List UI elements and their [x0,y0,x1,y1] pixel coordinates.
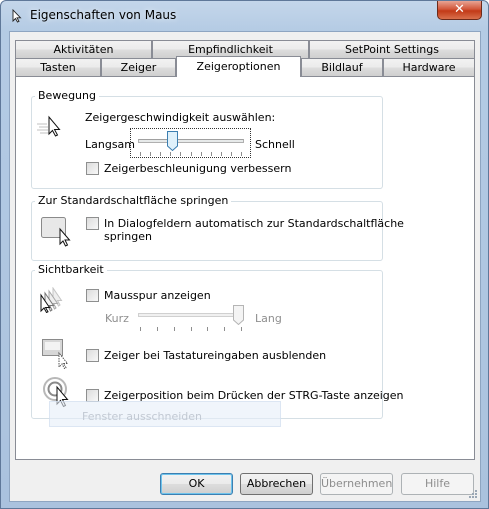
accel-label: Zeigerbeschleunigung verbessern [104,162,292,175]
tab-aktivitaeten[interactable]: Aktivitäten [15,40,152,58]
slider-tick [191,327,192,331]
pointer-trail-icon [40,287,63,313]
hide-checkbox[interactable] [86,349,99,362]
group-label: Zur Standardschaltfläche springen [35,194,232,207]
slider-tick [180,152,181,156]
slow-label: Langsam [85,138,136,151]
group-snap: Zur Standardschaltfläche springen [31,194,383,261]
slider-tick [221,152,222,156]
slider-tick [224,327,225,331]
pointer-speed-icon [37,115,61,137]
resize-grip-icon[interactable] [466,487,478,499]
slider-tick [160,152,161,156]
tab-label: Hardware [402,61,456,74]
slider-tick [174,327,175,331]
snap-label-line2: springen [104,230,152,243]
tab-label: Empfindlichkeit [188,43,273,56]
slider-tick [191,152,192,156]
long-label: Lang [255,312,282,325]
slider-tick [170,152,171,156]
speed-slider-ticks [140,152,242,156]
trail-label: Mausspur anzeigen [104,289,211,302]
slider-tick [241,327,242,331]
slider-tick [157,327,158,331]
tab-zeiger[interactable]: Zeiger [101,58,176,76]
tab-bildlauf[interactable]: Bildlauf [301,58,383,76]
slider-tick [241,152,242,156]
dialog-client-area: Aktivitäten Empfindlichkeit SetPoint Set… [9,31,481,502]
tab-setpoint-settings[interactable]: SetPoint Settings [309,40,475,58]
ghost-tooltip: Fenster ausschneiden [49,401,281,427]
tab-zeigeroptionen[interactable]: Zeigeroptionen [176,56,301,77]
close-button[interactable]: ✕ [437,1,482,20]
snap-to-button-icon [41,217,71,247]
slider-tick [140,327,141,331]
properties-window: Eigenschaften von Maus ✕ Aktivitäten Emp… [0,0,489,509]
hide-pointer-icon [42,339,69,369]
help-button[interactable]: Hilfe [401,473,474,495]
group-label: Bewegung [35,89,99,102]
ok-button-label: OK [188,477,205,490]
slider-tick [231,152,232,156]
tab-label: SetPoint Settings [345,43,439,56]
tab-panel-zeigeroptionen: Bewegung Zeigergeschwindigkeit auswählen… [15,76,475,460]
tab-hardware[interactable]: Hardware [383,58,475,76]
speed-slider-thumb[interactable] [167,131,178,151]
slider-tick [211,152,212,156]
trail-slider-track[interactable] [138,313,244,317]
trail-slider-thumb[interactable] [233,305,244,325]
slider-tick [207,327,208,331]
speed-label: Zeigergeschwindigkeit auswählen: [85,111,276,124]
tab-label: Zeigeroptionen [196,60,281,73]
group-label: Sichtbarkeit [35,263,107,276]
speed-slider-track[interactable] [138,139,244,143]
close-icon: ✕ [454,2,465,17]
slider-tick [140,152,141,156]
cancel-button-label: Abbrechen [246,477,307,490]
hide-label: Zeiger bei Tastatureingaben ausblenden [104,349,327,362]
ghost-tooltip-text: Fenster ausschneiden [82,410,203,423]
mouse-cursor-icon [12,9,22,23]
tab-label: Zeiger [120,61,157,74]
tab-label: Bildlauf [321,61,363,74]
trail-checkbox[interactable] [86,289,99,302]
window-title: Eigenschaften von Maus [30,8,177,22]
snap-checkbox[interactable] [86,217,99,230]
tab-tasten[interactable]: Tasten [15,58,101,76]
tab-label: Aktivitäten [53,43,114,56]
trail-slider-ticks [140,327,242,331]
accel-checkbox[interactable] [86,162,99,175]
title-bar[interactable]: Eigenschaften von Maus ✕ [1,1,488,31]
help-button-label: Hilfe [424,477,451,490]
slider-tick [201,152,202,156]
slider-tick [150,152,151,156]
short-label: Kurz [105,312,129,325]
snap-label-line1: In Dialogfeldern automatisch zur Standar… [104,217,404,230]
apply-button[interactable]: Übernehmen [320,473,393,495]
tab-label: Tasten [40,61,76,74]
apply-button-label: Übernehmen [321,477,393,490]
cancel-button[interactable]: Abbrechen [240,473,313,495]
ok-button[interactable]: OK [160,473,233,495]
fast-label: Schnell [255,138,295,151]
